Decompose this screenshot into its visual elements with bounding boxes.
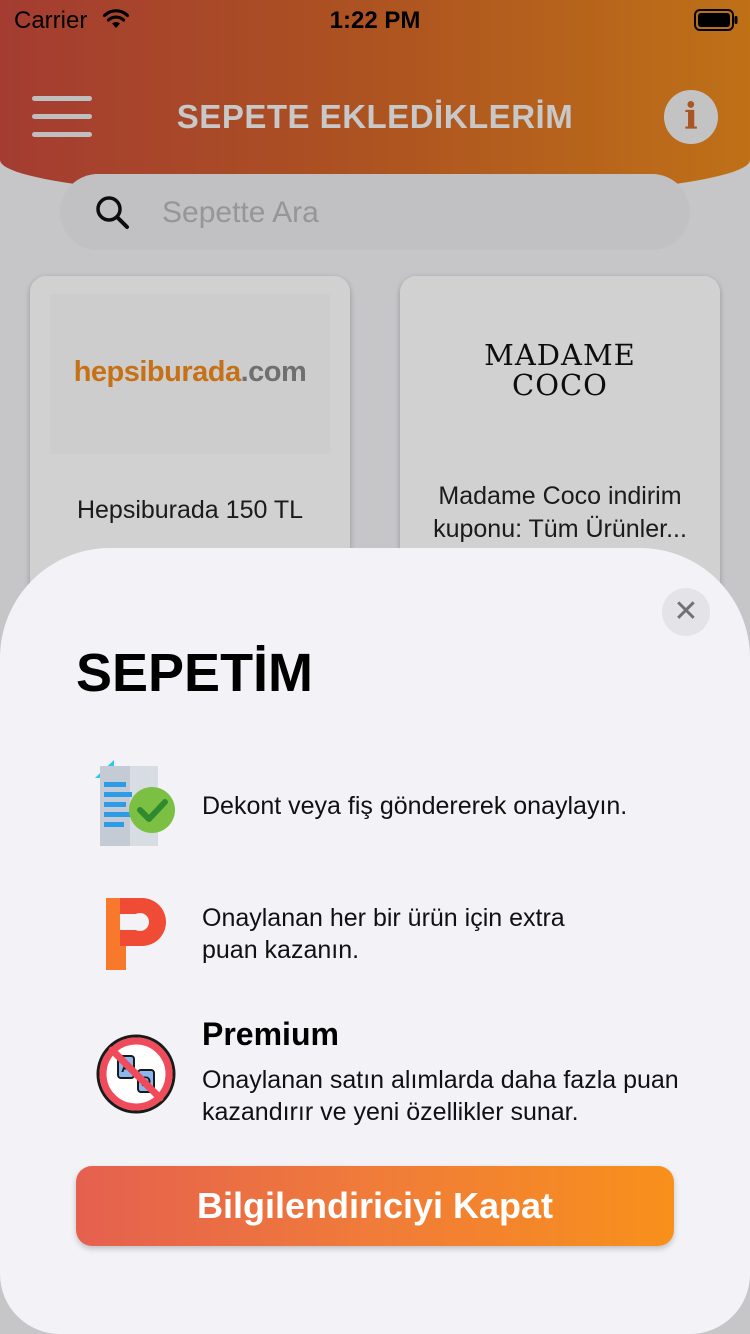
feature-heading: Premium (202, 1016, 339, 1052)
points-p-icon (90, 894, 182, 986)
close-icon[interactable]: ✕ (662, 588, 710, 636)
sheet-title: SEPETİM (76, 643, 314, 703)
feature-text: Dekont veya fiş göndererek onaylayın. (202, 792, 628, 820)
close-info-button[interactable]: Bilgilendiriciyi Kapat (76, 1166, 674, 1246)
feature-text: Onaylanan satın alımlarda daha fazla pua… (202, 1066, 679, 1126)
no-ads-icon: A D (90, 1028, 182, 1120)
feature-text: Onaylanan her bir ürün için extra puan k… (202, 904, 565, 964)
info-bottom-sheet: ✕ SEPETİM Dekont veya fiş göndererek ona… (0, 548, 750, 1334)
receipt-check-icon (90, 756, 182, 848)
